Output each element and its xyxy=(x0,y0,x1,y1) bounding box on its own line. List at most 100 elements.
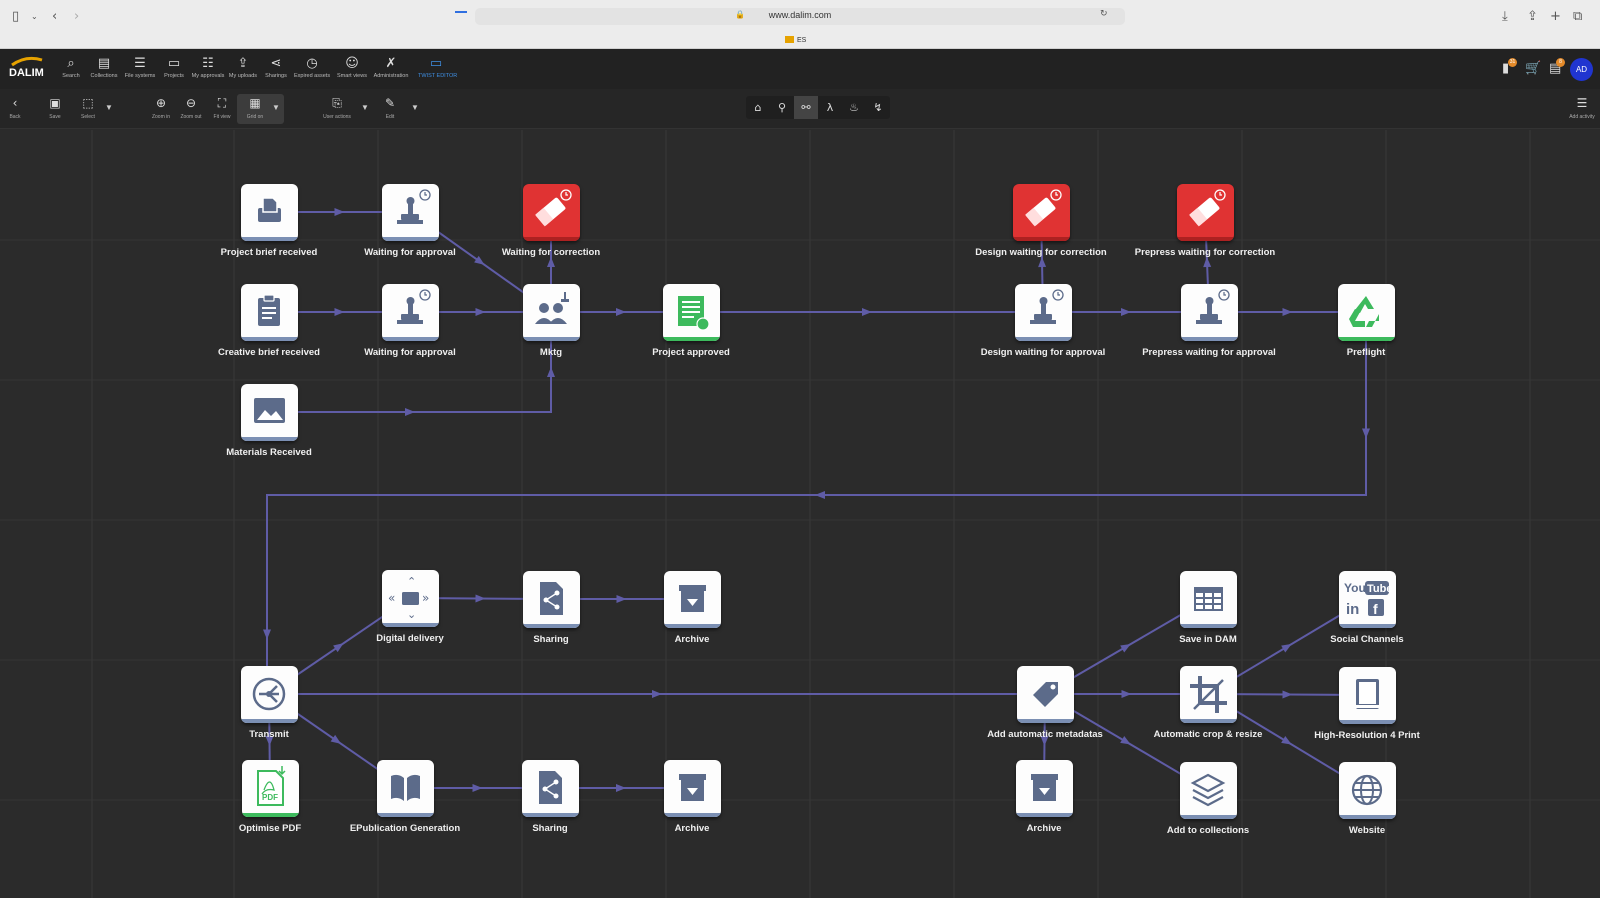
nav-item-file-systems[interactable]: ☰ File systems xyxy=(122,57,158,80)
zoom-in-button[interactable]: ⊕ Zoom in xyxy=(146,96,176,120)
chevron-down-icon[interactable]: ⌄ xyxy=(31,12,38,21)
node-hires-print[interactable]: High-Resolution 4 Print xyxy=(1297,667,1437,751)
node-card[interactable] xyxy=(1180,762,1237,819)
node-social-channels[interactable]: You Tube in f Social Channels xyxy=(1297,571,1437,655)
node-card[interactable] xyxy=(1177,184,1234,241)
node-digital-delivery[interactable]: ⌃ ⌄ « » Digital delivery xyxy=(340,570,480,654)
node-transmit[interactable]: Transmit xyxy=(199,666,339,750)
user-actions-button[interactable]: ⎘ User actions xyxy=(320,96,354,120)
back-arrow-icon[interactable]: ‹ xyxy=(52,9,57,24)
nav-item-projects[interactable]: ▭ Projects xyxy=(156,57,192,80)
node-add-metadatas[interactable]: Add automatic metadatas xyxy=(975,666,1115,750)
nav-item-collections[interactable]: ▤ Collections xyxy=(86,57,122,80)
workflow-canvas[interactable]: Project brief received Waiting for approv… xyxy=(0,130,1600,898)
node-prepress-correction[interactable]: Prepress waiting for correction xyxy=(1135,184,1275,268)
node-design-approval[interactable]: Design waiting for approval xyxy=(973,284,1113,368)
node-archive-2[interactable]: Archive xyxy=(622,760,762,844)
tab-title[interactable]: ES xyxy=(785,36,806,44)
add-activity-button[interactable]: ☰ Add activity xyxy=(1564,96,1600,120)
dalim-logo[interactable]: DALIM xyxy=(6,55,50,81)
node-card[interactable]: You Tube in f xyxy=(1339,571,1396,628)
node-sharing-2[interactable]: Sharing xyxy=(480,760,620,844)
node-card[interactable] xyxy=(382,284,439,341)
node-preflight[interactable]: Preflight xyxy=(1296,284,1436,368)
node-archive-3[interactable]: Archive xyxy=(974,760,1114,844)
route-icon[interactable]: ⚲ xyxy=(770,96,794,119)
node-sharing-1[interactable]: Sharing xyxy=(481,571,621,655)
node-crop-resize[interactable]: Automatic crop & resize xyxy=(1138,666,1278,750)
reload-icon[interactable]: ↻ xyxy=(1100,9,1108,19)
node-materials-received[interactable]: Materials Received xyxy=(199,384,339,468)
node-project-brief[interactable]: Project brief received xyxy=(199,184,339,268)
download-icon[interactable]: ⤓ xyxy=(1502,9,1508,24)
grid-on-button[interactable]: ▦ Grid on xyxy=(240,96,270,120)
node-card[interactable] xyxy=(523,184,580,241)
lambda-icon[interactable]: λ xyxy=(818,96,842,119)
node-project-approved[interactable]: Project approved xyxy=(621,284,761,368)
node-optimise-pdf[interactable]: PDF Optimise PDF xyxy=(200,760,340,844)
nav-item-administration[interactable]: ✗ Administration xyxy=(373,57,409,80)
node-website[interactable]: Website xyxy=(1297,762,1437,846)
nav-item-my-uploads[interactable]: ⇪ My uploads xyxy=(225,57,261,80)
node-card[interactable] xyxy=(1017,666,1074,723)
node-card[interactable] xyxy=(664,571,721,628)
node-card[interactable] xyxy=(1339,762,1396,819)
node-prepress-approval[interactable]: Prepress waiting for approval xyxy=(1139,284,1279,368)
select-button[interactable]: ⬚ Select xyxy=(73,96,103,120)
node-mktg[interactable]: Mktg xyxy=(481,284,621,368)
home-icon[interactable]: ⌂ xyxy=(746,96,770,119)
node-waiting-correction-1[interactable]: Waiting for correction xyxy=(481,184,621,268)
nav-item-expired-assets[interactable]: ◷ Expired assets xyxy=(294,57,330,80)
fit-view-button[interactable]: ⛶ Fit view xyxy=(207,96,237,120)
sidebar-toggle-icon[interactable]: ▯ xyxy=(12,9,19,24)
analytics-icon[interactable]: ↯ xyxy=(866,96,890,119)
new-tab-icon[interactable]: + xyxy=(1550,9,1561,24)
node-card[interactable] xyxy=(1016,760,1073,817)
grid-dropdown-icon[interactable]: ▼ xyxy=(272,103,280,112)
node-creative-brief[interactable]: Creative brief received xyxy=(199,284,339,368)
node-archive-1[interactable]: Archive xyxy=(622,571,762,655)
node-card[interactable] xyxy=(1339,667,1396,724)
nav-item-smart-views[interactable]: ☺ Smart views xyxy=(334,57,370,80)
nav-item-search[interactable]: ⌕ Search xyxy=(53,57,89,80)
share-icon[interactable]: ⇪ xyxy=(1527,9,1538,24)
node-card[interactable] xyxy=(523,284,580,341)
forward-arrow-icon[interactable]: › xyxy=(74,9,79,24)
node-card[interactable] xyxy=(523,571,580,628)
node-card[interactable] xyxy=(241,284,298,341)
workflow-icon[interactable]: ⚯ xyxy=(794,96,818,119)
nav-item-sharings[interactable]: ⋖ Sharings xyxy=(258,57,294,80)
user-actions-dropdown-icon[interactable]: ▼ xyxy=(361,103,369,112)
save-button[interactable]: ▣ Save xyxy=(40,96,70,120)
node-card[interactable] xyxy=(522,760,579,817)
tabs-overview-icon[interactable]: ⧉ xyxy=(1573,9,1582,24)
node-card[interactable] xyxy=(241,666,298,723)
node-card[interactable] xyxy=(1015,284,1072,341)
node-card[interactable] xyxy=(241,184,298,241)
node-card[interactable]: ⌃ ⌄ « » xyxy=(382,570,439,627)
node-card[interactable] xyxy=(377,760,434,817)
node-card[interactable] xyxy=(1181,284,1238,341)
nav-item-my-approvals[interactable]: ☷ My approvals xyxy=(190,57,226,80)
node-card[interactable] xyxy=(382,184,439,241)
back-button[interactable]: ‹ Back xyxy=(0,96,30,120)
node-epublication[interactable]: EPublication Generation xyxy=(335,760,475,844)
nav-item-twist-editor[interactable]: ▭ TWIST EDITOR xyxy=(418,57,457,80)
node-waiting-approval-2[interactable]: Waiting for approval xyxy=(340,284,480,368)
node-save-dam[interactable]: Save in DAM xyxy=(1138,571,1278,655)
node-card[interactable] xyxy=(1013,184,1070,241)
select-dropdown-icon[interactable]: ▼ xyxy=(105,103,113,112)
node-card[interactable]: PDF xyxy=(242,760,299,817)
user-avatar[interactable]: AD xyxy=(1570,58,1593,81)
cart-icon[interactable]: 🛒 xyxy=(1525,61,1541,76)
node-card[interactable] xyxy=(663,284,720,341)
edit-dropdown-icon[interactable]: ▼ xyxy=(411,103,419,112)
address-bar[interactable]: 🔒 www.dalim.com ↻ xyxy=(475,8,1125,25)
edit-button[interactable]: ✎ Edit xyxy=(375,96,405,120)
zoom-out-button[interactable]: ⊖ Zoom out xyxy=(176,96,206,120)
node-card[interactable] xyxy=(1180,666,1237,723)
node-card[interactable] xyxy=(664,760,721,817)
node-add-collections[interactable]: Add to collections xyxy=(1138,762,1278,846)
node-card[interactable] xyxy=(1180,571,1237,628)
node-card[interactable] xyxy=(241,384,298,441)
